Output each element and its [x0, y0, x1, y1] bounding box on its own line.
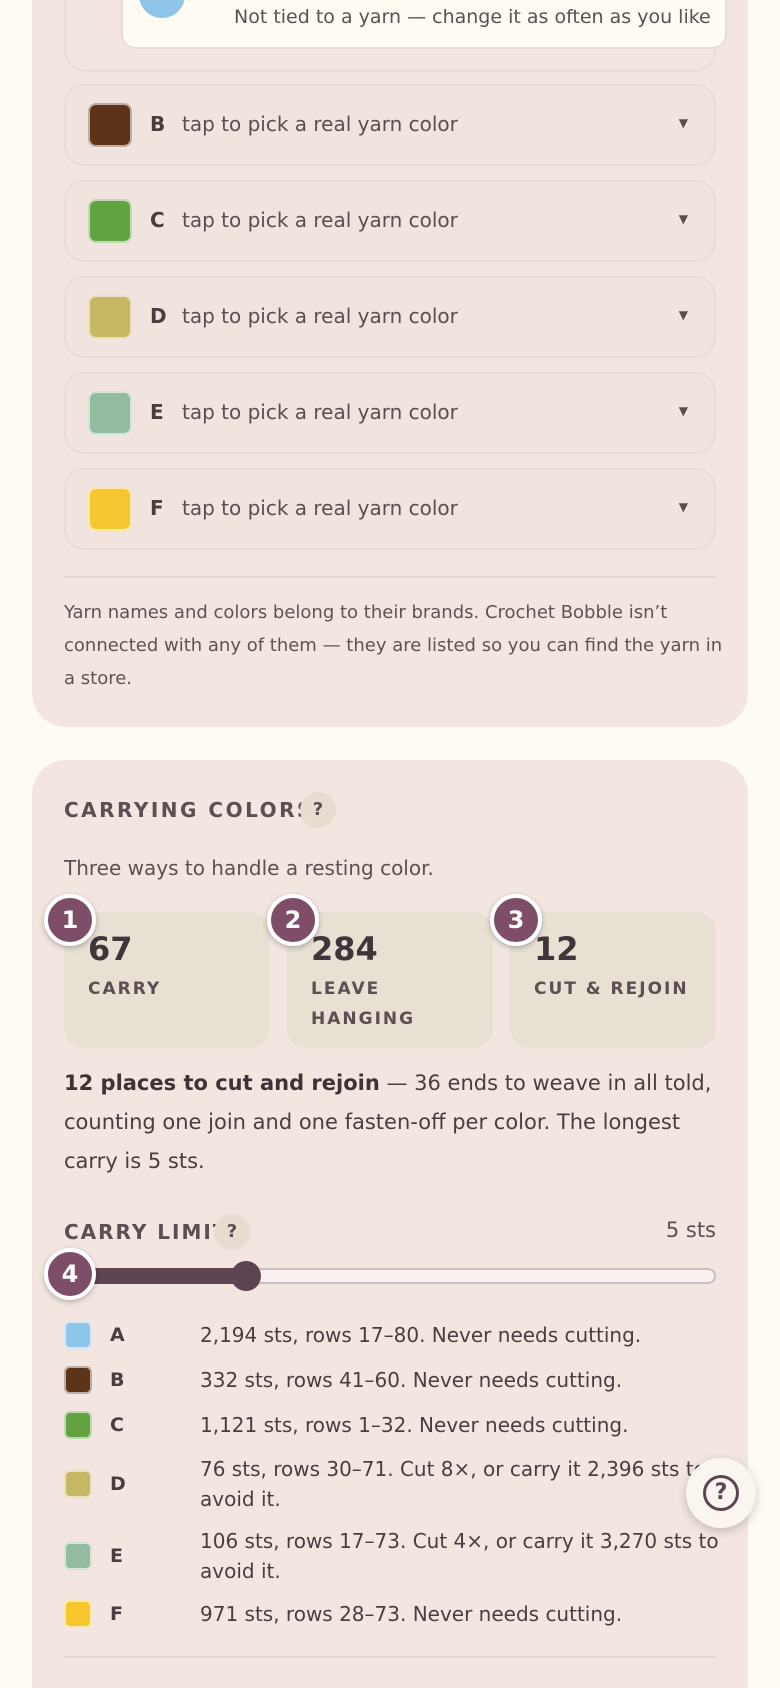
chevron-down-icon[interactable]: ▼ — [679, 308, 688, 322]
chevron-down-icon[interactable]: ▼ — [679, 404, 688, 418]
legend-text: 2,194 sts, rows 17–80. Never needs cutti… — [200, 1323, 642, 1347]
yarn-swatch[interactable] — [88, 295, 132, 339]
cut-summary: 12 places to cut and rejoin — 36 ends to… — [64, 1064, 724, 1181]
brand-disclaimer: Yarn names and colors belong to their br… — [64, 602, 723, 689]
legend-swatch — [64, 1321, 92, 1349]
legend-row-a: A 2,194 sts, rows 17–80. Never needs cut… — [64, 1320, 724, 1350]
legend-swatch — [64, 1411, 92, 1439]
chevron-down-icon[interactable]: ▼ — [679, 212, 688, 226]
legend-swatch — [64, 1470, 92, 1498]
yarn-picker-hint[interactable]: tap to pick a real yarn color — [182, 496, 458, 520]
yarn-letter: E — [150, 400, 164, 424]
yarn-palette-card: Not tied to a yarn — change it as often … — [32, 0, 748, 727]
legend-text: 332 sts, rows 41–60. Never needs cutting… — [200, 1368, 623, 1392]
legend-swatch — [64, 1542, 92, 1570]
legend-text: 106 sts, rows 17–73. Cut 4×, or carry it… — [200, 1529, 719, 1583]
section-title: CARRYING COLORS — [64, 798, 314, 822]
carry-limit-label: CARRY LIMIT — [64, 1220, 229, 1244]
stat-leave-hanging[interactable]: 284 LEAVE HANGING — [287, 912, 493, 1048]
yarn-a-tip: Not tied to a yarn — change it as often … — [121, 0, 727, 49]
stat-label: CARRY — [88, 979, 162, 999]
legend-letter: E — [110, 1545, 123, 1567]
yarn-a-group: Not tied to a yarn — change it as often … — [64, 0, 727, 72]
legend-letter: D — [110, 1473, 126, 1495]
legend-letter: C — [110, 1414, 124, 1436]
stat-cut-rejoin[interactable]: 12 CUT & REJOIN — [510, 912, 716, 1048]
step-badge: 3 — [490, 894, 542, 946]
summary-highlight: 12 places to cut and rejoin — [64, 1071, 380, 1095]
legend-text: 76 sts, rows 30–71. Cut 8×, or carry it … — [200, 1457, 706, 1511]
carry-limit-value: 5 sts — [665, 1218, 716, 1242]
yarn-picker-hint[interactable]: tap to pick a real yarn color — [182, 208, 458, 232]
chevron-down-icon[interactable]: ▼ — [679, 116, 688, 130]
step-badge: 2 — [267, 894, 319, 946]
divider — [64, 1656, 716, 1658]
legend-text: 971 sts, rows 28–73. Never needs cutting… — [200, 1602, 623, 1626]
slider-thumb[interactable] — [230, 1261, 261, 1291]
yarn-letter: C — [150, 208, 165, 232]
legend-swatch — [64, 1366, 92, 1394]
yarn-row-b[interactable]: B tap to pick a real yarn color ▼ — [64, 84, 716, 166]
step-badge: 1 — [44, 894, 96, 946]
stat-value: 284 — [311, 930, 378, 968]
stat-carry[interactable]: 67 CARRY — [64, 912, 270, 1048]
yarn-picker-hint[interactable]: tap to pick a real yarn color — [182, 400, 458, 424]
legend-row-c: C 1,121 sts, rows 1–32. Never needs cutt… — [64, 1410, 724, 1440]
help-icon[interactable]: ? — [214, 1214, 250, 1250]
stat-label: LEAVE HANGING — [311, 979, 416, 1029]
stat-value: 12 — [534, 930, 579, 968]
yarn-letter: D — [150, 304, 167, 328]
slider-fill — [72, 1268, 250, 1284]
section-subtitle: Three ways to handle a resting color. — [64, 856, 434, 880]
legend-row-e: E 106 sts, rows 17–73. Cut 4×, or carry … — [64, 1526, 724, 1586]
help-fab-button[interactable]: ? — [686, 1458, 756, 1528]
yarn-picker-hint[interactable]: tap to pick a real yarn color — [182, 304, 458, 328]
yarn-letter: F — [150, 496, 164, 520]
yarn-swatch[interactable] — [88, 199, 132, 243]
chevron-down-icon[interactable]: ▼ — [679, 500, 688, 514]
legend-row-b: B 332 sts, rows 41–60. Never needs cutti… — [64, 1365, 724, 1395]
yarn-picker-hint[interactable]: tap to pick a real yarn color — [182, 112, 458, 136]
yarn-row-c[interactable]: C tap to pick a real yarn color ▼ — [64, 180, 716, 262]
carrying-colors-card: CARRYING COLORS ? Three ways to handle a… — [32, 760, 748, 1688]
yarn-row-d[interactable]: D tap to pick a real yarn color ▼ — [64, 276, 716, 358]
legend-letter: F — [110, 1603, 123, 1625]
yarn-swatch[interactable] — [88, 487, 132, 531]
legend-row-f: F 971 sts, rows 28–73. Never needs cutti… — [64, 1599, 724, 1629]
legend-letter: B — [110, 1369, 125, 1391]
legend-letter: A — [110, 1324, 125, 1346]
yarn-swatch[interactable] — [88, 391, 132, 435]
yarn-row-e[interactable]: E tap to pick a real yarn color ▼ — [64, 372, 716, 454]
yarn-a-tip-text: Not tied to a yarn — change it as often … — [234, 6, 711, 28]
step-badge: 4 — [44, 1248, 96, 1300]
divider — [64, 576, 716, 578]
stat-label: CUT & REJOIN — [534, 979, 689, 999]
yarn-row-f[interactable]: F tap to pick a real yarn color ▼ — [64, 468, 716, 550]
yarn-letter: B — [150, 112, 166, 136]
yarn-swatch[interactable] — [88, 103, 132, 147]
help-icon[interactable]: ? — [300, 792, 336, 828]
question-circle-icon: ? — [703, 1475, 739, 1511]
yarn-a-color-dot[interactable] — [139, 0, 185, 18]
legend-row-d: D 76 sts, rows 30–71. Cut 8×, or carry i… — [64, 1454, 724, 1514]
stat-value: 67 — [88, 930, 133, 968]
legend-swatch — [64, 1600, 92, 1628]
legend-text: 1,121 sts, rows 1–32. Never needs cuttin… — [200, 1413, 629, 1437]
